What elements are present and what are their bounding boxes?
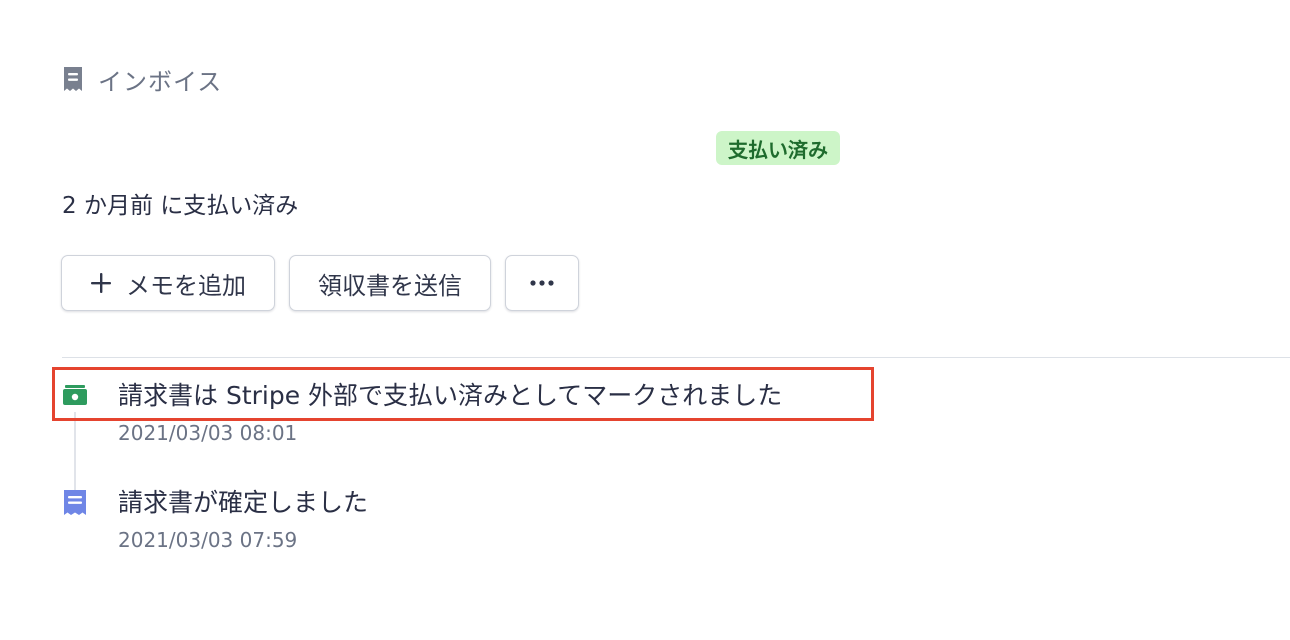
more-options-button[interactable] <box>505 255 579 311</box>
highlight-annotation <box>52 367 874 421</box>
event-title: 請求書が確定しました <box>118 488 369 517</box>
paid-status-text: 2 か月前 に支払い済み <box>62 193 299 219</box>
receipt-icon <box>62 66 84 92</box>
event-timestamp: 2021/03/03 07:59 <box>118 528 298 552</box>
status-badge: 支払い済み <box>716 131 840 165</box>
divider <box>62 357 1290 358</box>
invoice-panel: インボイス 支払い済み 2 か月前 に支払い済み メモを追加 領収書を送信 請求… <box>0 0 1290 640</box>
action-bar: メモを追加 領収書を送信 <box>61 255 579 311</box>
section-header: インボイス <box>62 62 222 96</box>
timeline-connector <box>74 412 76 490</box>
event-timestamp: 2021/03/03 08:01 <box>118 421 298 445</box>
send-receipt-button[interactable]: 領収書を送信 <box>289 255 491 311</box>
plus-icon <box>90 272 112 294</box>
invoice-icon <box>62 488 88 520</box>
add-memo-label: メモを追加 <box>126 271 246 300</box>
send-receipt-label: 領収書を送信 <box>318 271 462 300</box>
add-memo-button[interactable]: メモを追加 <box>61 255 275 311</box>
section-title: インボイス <box>98 67 223 96</box>
more-dots-icon <box>530 280 554 286</box>
